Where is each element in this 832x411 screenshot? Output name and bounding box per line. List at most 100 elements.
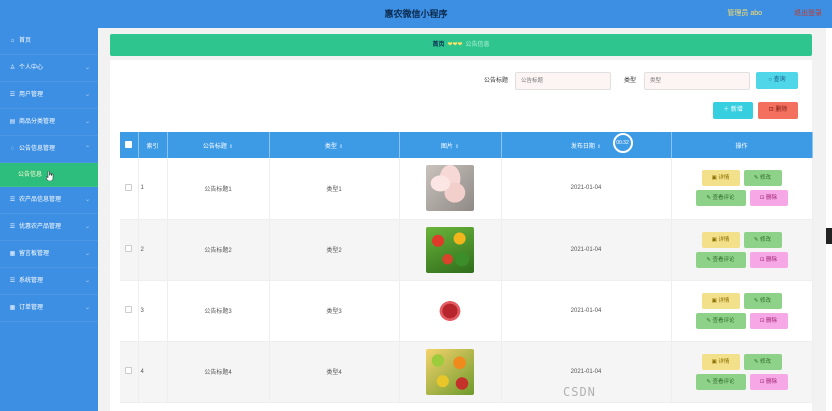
col-image[interactable]: 图片 ⇕ [399,132,502,158]
col-image-label: 图片 [440,143,453,150]
sidebar-item-label: 系统管理 [19,278,44,284]
edit-button[interactable]: ✎ 修改 [743,231,782,248]
view-comments-button[interactable]: ✎ 查看评论 [695,373,746,390]
query-button[interactable]: ○ 查询 [756,72,798,89]
row-checkbox[interactable] [125,367,133,374]
sidebar-item-system[interactable]: ☰ 系统管理 ⌄ [0,268,98,295]
sort-icon[interactable]: ⇕ [455,144,459,150]
scrollbar-thumb[interactable] [826,228,832,244]
row-checkbox[interactable] [125,245,133,252]
delete-button[interactable]: ⊡ 删除 [749,251,788,268]
hand-cursor-icon [46,171,54,181]
select-all-cell[interactable] [120,132,139,158]
detail-button[interactable]: ▣ 详情 [701,170,740,187]
watermark: CSDN [563,385,596,399]
top-navbar: 惠农微信小程序 管理员 abo 退出登录 [0,0,832,28]
table-header-row: 索引 公告标题 ⇕ 类型 ⇕ 图片 ⇕ 发布日期 ⇕ 00:32 操作 [120,132,813,158]
title-filter-label: 公告标题 [484,78,509,84]
edit-button[interactable]: ✎ 修改 [743,170,782,187]
notice-table: 索引 公告标题 ⇕ 类型 ⇕ 图片 ⇕ 发布日期 ⇕ 00:32 操作 1 公告标题1 类… [120,132,813,403]
row-title: 公告标题2 [167,219,270,281]
delete-button[interactable]: ⊡ 删除 [749,190,788,207]
sort-icon[interactable]: ⇕ [339,144,343,150]
sidebar-item-label: 用户管理 [19,92,44,98]
row-checkbox[interactable] [125,183,133,191]
row-image-cell [399,341,502,403]
delete-button[interactable]: ⊡ 删除 [749,373,788,390]
sidebar-item-orders[interactable]: ▦ 订单管理 ⌄ [0,295,98,322]
sidebar-item-label: 商品分类管理 [19,119,56,125]
add-button[interactable]: ＋ 新增 [713,102,753,119]
sidebar-item-label: 首页 [19,38,32,44]
batch-delete-button[interactable]: ⊡ 删除 [758,102,798,119]
row-checkbox-cell[interactable] [120,280,139,342]
sidebar-item-discount[interactable]: ☰ 优惠农产品管理 ⌄ [0,214,98,241]
view-comments-button[interactable]: ✎ 查看评论 [695,190,746,207]
select-all-checkbox[interactable] [125,140,133,148]
row-type: 类型2 [269,219,400,281]
sidebar-item-messages[interactable]: ▦ 留言板管理 ⌄ [0,241,98,268]
row-ops: ▣ 详情 ✎ 修改 ✎ 查看评论 ⊡ 删除 [671,158,813,220]
detail-button[interactable]: ▣ 详情 [701,292,740,309]
sort-icon[interactable]: ⇕ [597,144,601,150]
table-row: 1 公告标题1 类型1 2021-01-04 ▣ 详情 ✎ 修改 ✎ 查看评论 … [120,158,813,220]
row-ops: ▣ 详情 ✎ 修改 ✎ 查看评论 ⊡ 删除 [671,280,813,342]
heart-separator-icon: ❤❤❤ [447,42,463,48]
list-icon: ☰ [9,224,16,230]
steak-plate-photo-image [426,287,474,334]
view-comments-button[interactable]: ✎ 查看评论 [695,312,746,329]
row-checkbox-cell[interactable] [120,219,139,281]
sidebar-item-label: 公告信息管理 [19,146,56,152]
page-scrollbar[interactable] [826,28,832,411]
breadcrumb: 首页 ❤❤❤ 公告信息 [110,34,812,56]
col-title-label: 公告标题 [202,143,227,150]
logout-link[interactable]: 退出登录 [794,0,822,28]
search-bar: 公告标题 类型 ○ 查询 [110,72,812,90]
sidebar-item-category[interactable]: ▤ 商品分类管理 ⌄ [0,109,98,136]
row-date: 2021-01-04 [501,280,672,342]
row-checkbox[interactable] [125,306,133,313]
app-title: 惠农微信小程序 [384,9,448,19]
chevron-down-icon: ⌄ [84,305,90,311]
col-type[interactable]: 类型 ⇕ [269,132,400,158]
edit-button[interactable]: ✎ 修改 [743,292,782,309]
col-index: 索引 [138,132,168,158]
board-icon: ▦ [9,251,16,257]
row-index: 2 [138,219,168,281]
sidebar-item-notice-mgmt[interactable]: ◌ 公告信息管理 ⌃ [0,136,98,163]
sidebar-item-profile[interactable]: ♙ 个人中心 ⌄ [0,55,98,82]
col-date[interactable]: 发布日期 ⇕ 00:32 [501,132,672,158]
sidebar-item-label: 个人中心 [19,65,44,71]
chevron-down-icon: ⌄ [84,92,90,98]
detail-button[interactable]: ▣ 详情 [701,231,740,248]
sidebar-subitem-notice[interactable]: 公告信息 [0,163,98,187]
detail-button[interactable]: ▣ 详情 [701,353,740,370]
vegetables-photo-image [426,226,474,273]
row-index: 4 [138,341,168,403]
type-search-input[interactable] [644,72,750,90]
delete-button[interactable]: ⊡ 删除 [749,312,788,329]
sidebar-item-product[interactable]: ☰ 农产品信息管理 ⌄ [0,187,98,214]
board-icon: ▦ [9,305,16,311]
row-checkbox-cell[interactable] [120,158,139,220]
list-icon: ☰ [9,197,16,203]
bell-icon: ◌ [10,146,15,152]
view-comments-button[interactable]: ✎ 查看评论 [695,251,746,268]
chevron-down-icon: ⌄ [84,197,90,203]
sidebar-item-home[interactable]: ⌂ 首页 [0,28,98,55]
chevron-up-icon: ⌃ [84,146,90,152]
col-title[interactable]: 公告标题 ⇕ [167,132,270,158]
row-image-cell [399,158,502,220]
chevron-down-icon: ⌄ [84,224,90,230]
breadcrumb-home[interactable]: 首页 [432,42,444,48]
edit-button[interactable]: ✎ 修改 [743,353,782,370]
admin-user-label[interactable]: 管理员 abo [727,0,762,28]
table-row: 4 公告标题4 类型4 2021-01-04 ▣ 详情 ✎ 修改 ✎ 查看评论 … [120,341,813,403]
col-ops: 操作 [671,132,813,158]
row-checkbox-cell[interactable] [120,341,139,403]
sidebar-item-users[interactable]: ☰ 用户管理 ⌄ [0,82,98,109]
sidebar: ⌂ 首页 ♙ 个人中心 ⌄ ☰ 用户管理 ⌄ ▤ 商品分类管理 ⌄ ◌ 公告信息管理 ⌃ … [0,28,98,411]
list-icon: ☰ [9,92,16,98]
sort-icon[interactable]: ⇕ [229,144,233,150]
title-search-input[interactable] [515,72,611,90]
